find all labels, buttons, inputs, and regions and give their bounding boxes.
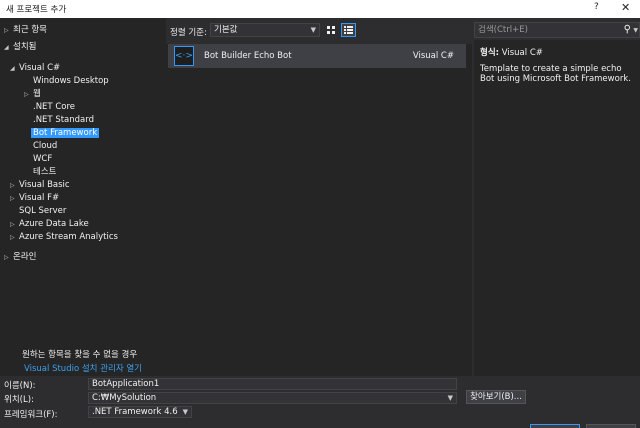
tree-item-net-core[interactable]: .NET Core <box>24 101 75 114</box>
sort-dropdown[interactable]: 기본값 ▼ <box>210 23 320 37</box>
tree-item-online[interactable]: ▷ 온라인 <box>4 251 36 264</box>
help-button[interactable]: ? <box>594 2 599 12</box>
tree-item-recent[interactable]: ▷ 최근 항목 <box>4 24 47 37</box>
tree-item-test[interactable]: 테스트 <box>24 166 56 179</box>
tree-item-sql-server[interactable]: SQL Server <box>10 205 66 218</box>
name-field[interactable]: BotApplication1 <box>88 378 457 390</box>
expand-arrow-icon[interactable]: ▷ <box>4 251 13 264</box>
open-installer-link[interactable]: Visual Studio 설치 관리자 열기 <box>24 362 142 374</box>
tree-item-visual-csharp[interactable]: ◢ Visual C# <box>10 62 60 75</box>
project-form: 이름(N): BotApplication1 위치(L): C:₩MySolut… <box>0 376 640 428</box>
location-field[interactable]: C:₩MySolution ▼ <box>88 392 457 404</box>
name-value: BotApplication1 <box>92 379 160 389</box>
chevron-down-icon: ▼ <box>182 408 188 416</box>
grid-view-button[interactable] <box>324 23 339 37</box>
close-button[interactable]: ✕ <box>621 1 630 14</box>
template-language: Visual C# <box>412 51 454 61</box>
tree-item-azure-stream-analytics[interactable]: ▷ Azure Stream Analytics <box>10 231 118 244</box>
tree-item-cloud[interactable]: Cloud <box>24 140 57 153</box>
list-view-button[interactable] <box>341 23 356 37</box>
expand-arrow-icon[interactable]: ▷ <box>10 231 19 244</box>
chevron-down-icon[interactable]: ▼ <box>633 24 638 38</box>
expand-arrow-icon[interactable]: ▷ <box>10 192 19 205</box>
search-placeholder: 검색(Ctrl+E) <box>478 25 528 35</box>
expand-arrow-icon[interactable]: ▷ <box>10 218 19 231</box>
tree-item-installed[interactable]: ◢ 설치됨 <box>4 41 36 54</box>
tree-item-wcf[interactable]: WCF <box>24 153 52 166</box>
details-panel: 형식: Visual C# Template to create a simpl… <box>474 40 640 376</box>
expand-arrow-icon[interactable]: ▷ <box>4 24 13 37</box>
tree-item-azure-data-lake[interactable]: ▷ Azure Data Lake <box>10 218 89 231</box>
type-value: Visual C# <box>501 48 543 58</box>
type-line: 형식: Visual C# <box>480 46 543 58</box>
framework-dropdown[interactable]: .NET Framework 4.6 ▼ <box>88 406 192 418</box>
chevron-down-icon: ▼ <box>310 26 316 34</box>
template-description: Template to create a simple echo Bot usi… <box>480 64 631 84</box>
tree-item-bot-framework[interactable]: Bot Framework <box>24 127 100 140</box>
browse-button[interactable]: 찾아보기(B)... <box>466 390 526 404</box>
type-key: 형식: <box>480 48 500 58</box>
template-name: Bot Builder Echo Bot <box>204 51 292 61</box>
category-tree: ▷ 최근 항목 ◢ 설치됨 ◢ Visual C# Windows Desktop ▷… <box>0 18 166 376</box>
framework-value: .NET Framework 4.6 <box>92 407 178 417</box>
collapse-arrow-icon[interactable]: ◢ <box>4 41 13 54</box>
not-found-hint: 원하는 항목을 찾을 수 없을 경우 <box>22 350 138 360</box>
list-item[interactable]: <·> Bot Builder Echo Bot Visual C# <box>168 44 466 68</box>
search-input[interactable]: 검색(Ctrl+E) ⚲ ▼ <box>474 22 640 38</box>
template-list: <·> Bot Builder Echo Bot Visual C# <box>166 44 472 376</box>
location-value: C:₩MySolution <box>92 393 157 403</box>
tree-item-visual-fsharp[interactable]: ▷ Visual F# <box>10 192 59 205</box>
tree-item-visual-basic[interactable]: ▷ Visual Basic <box>10 179 70 192</box>
tree-item-net-standard[interactable]: .NET Standard <box>24 114 94 127</box>
list-view-icon <box>344 26 353 34</box>
name-label: 이름(N): <box>4 381 36 391</box>
tree-item-web[interactable]: ▷ 웹 <box>24 88 41 101</box>
bot-template-icon: <·> <box>174 46 194 66</box>
cancel-button[interactable] <box>586 424 636 428</box>
chevron-down-icon[interactable]: ▼ <box>448 393 453 403</box>
grid-view-icon <box>327 26 335 34</box>
search-icon[interactable]: ⚲ <box>624 23 631 37</box>
expand-arrow-icon[interactable]: ▷ <box>10 179 19 192</box>
framework-label: 프레임워크(F): <box>4 410 58 420</box>
collapse-arrow-icon[interactable]: ◢ <box>10 62 19 75</box>
ok-button[interactable] <box>530 424 580 428</box>
expand-arrow-icon[interactable]: ▷ <box>24 88 33 101</box>
title-bar: 새 프로젝트 추가 ? ✕ <box>0 0 640 18</box>
window-title: 새 프로젝트 추가 <box>6 5 67 15</box>
location-label: 위치(L): <box>4 395 34 405</box>
tree-item-windows-desktop[interactable]: Windows Desktop <box>24 75 109 88</box>
sort-value: 기본값 <box>214 25 238 35</box>
sort-label: 정렬 기준: <box>170 28 207 38</box>
template-toolbar: 정렬 기준: 기본값 ▼ <box>166 18 472 44</box>
